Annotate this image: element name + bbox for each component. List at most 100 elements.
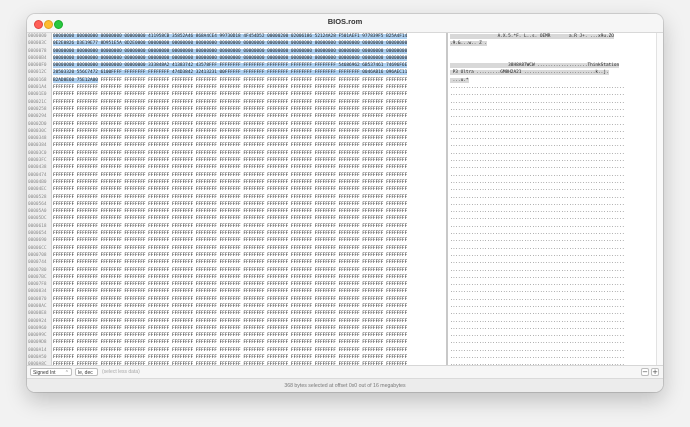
text-row[interactable]: ........................................… xyxy=(450,121,655,128)
hex-row[interactable]: FFFFFFFF FFFFFFFF FFFFFFFF FFFFFFFF FFFF… xyxy=(53,99,445,106)
hex-row[interactable]: FFFFFFFF FFFFFFFF FFFFFFFF FFFFFFFF FFFF… xyxy=(53,91,445,98)
text-pane[interactable]: A.X.5.*F. L..s. OEMR a.R J+. ...x9u.ZO .9… xyxy=(450,33,655,365)
text-row[interactable]: ........................................… xyxy=(450,288,655,295)
text-row[interactable]: ........................................… xyxy=(450,99,655,106)
hex-row[interactable]: FFFFFFFF FFFFFFFF FFFFFFFF FFFFFFFF FFFF… xyxy=(53,150,445,157)
text-row[interactable]: ........................................… xyxy=(450,91,655,98)
hex-row[interactable]: FFFFFFFF FFFFFFFF FFFFFFFF FFFFFFFF FFFF… xyxy=(53,274,445,281)
hex-row[interactable]: 0E2E0826 D3E19E77 8D951E5A 0D2E0000 0000… xyxy=(53,40,445,47)
text-row[interactable]: ........................................… xyxy=(450,172,655,179)
hex-row[interactable]: FFFFFFFF FFFFFFFF FFFFFFFF FFFFFFFF FFFF… xyxy=(53,186,445,193)
hex-row[interactable]: FFFFFFFF FFFFFFFF FFFFFFFF FFFFFFFF FFFF… xyxy=(53,194,445,201)
text-row[interactable] xyxy=(450,55,655,62)
text-row[interactable]: ........................................… xyxy=(450,201,655,208)
remove-inspector-button[interactable]: − xyxy=(641,368,649,376)
hex-row[interactable]: FFFFFFFF FFFFFFFF FFFFFFFF FFFFFFFF FFFF… xyxy=(53,325,445,332)
text-row[interactable]: ........................................… xyxy=(450,303,655,310)
hex-row[interactable]: FFFFFFFF FFFFFFFF FFFFFFFF FFFFFFFF FFFF… xyxy=(53,106,445,113)
hex-row[interactable]: FFFFFFFF FFFFFFFF FFFFFFFF FFFFFFFF FFFF… xyxy=(53,252,445,259)
text-row[interactable]: ........................................… xyxy=(450,274,655,281)
hex-row[interactable]: FFFFFFFF FFFFFFFF FFFFFFFF FFFFFFFF FFFF… xyxy=(53,121,445,128)
hex-row[interactable]: FFFFFFFF FFFFFFFF FFFFFFFF FFFFFFFF FFFF… xyxy=(53,318,445,325)
text-row[interactable]: ........................................… xyxy=(450,296,655,303)
text-row[interactable] xyxy=(450,48,655,55)
text-row[interactable]: ........................................… xyxy=(450,113,655,120)
text-row[interactable]: ........................................… xyxy=(450,215,655,222)
hex-row[interactable]: FFFFFFFF FFFFFFFF FFFFFFFF FFFFFFFF FFFF… xyxy=(53,259,445,266)
hex-row-selected-bytes[interactable]: 20503320 556C7472 6100FFFF FFFFFFFF FFFF… xyxy=(53,70,408,76)
text-row[interactable]: ........................................… xyxy=(450,230,655,237)
text-row[interactable]: ........................................… xyxy=(450,223,655,230)
text-row[interactable]: 38H8A87WCW ...................ThinkStati… xyxy=(450,62,655,69)
hex-row[interactable]: FFFFFFFF FFFFFFFF FFFFFFFF FFFFFFFF FFFF… xyxy=(53,303,445,310)
hex-bytes-pane[interactable]: 00000000 00000000 00000000 00000000 4119… xyxy=(53,33,445,365)
hex-row[interactable]: FFFFFFFF FFFFFFFF FFFFFFFF FFFFFFFF FFFF… xyxy=(53,215,445,222)
text-row[interactable]: ........................................… xyxy=(450,150,655,157)
hex-row[interactable]: FFFFFFFF FFFFFFFF FFFFFFFF FFFFFFFF FFFF… xyxy=(53,164,445,171)
hex-row[interactable]: 00000000 00000000 00000000 00000000 0000… xyxy=(53,55,445,62)
hex-row[interactable]: FFFFFFFF FFFFFFFF FFFFFFFF FFFFFFFF FFFF… xyxy=(53,223,445,230)
hex-row[interactable]: B2AD8E60 75E12A00 FFFFFFFF FFFFFFFF FFFF… xyxy=(53,77,445,84)
hex-row-bytes[interactable]: FFFFFFFF FFFFFFFF FFFFFFFF FFFFFFFF FFFF… xyxy=(98,78,408,83)
hex-row[interactable]: FFFFFFFF FFFFFFFF FFFFFFFF FFFFFFFF FFFF… xyxy=(53,142,445,149)
text-row[interactable]: ........................................… xyxy=(450,332,655,339)
text-row[interactable]: ........................................… xyxy=(450,281,655,288)
hex-row[interactable]: FFFFFFFF FFFFFFFF FFFFFFFF FFFFFFFF FFFF… xyxy=(53,157,445,164)
hex-row[interactable]: 20503320 556C7472 6100FFFF FFFFFFFF FFFF… xyxy=(53,69,445,76)
text-row[interactable]: ...u.* xyxy=(450,77,655,84)
hex-row[interactable]: FFFFFFFF FFFFFFFF FFFFFFFF FFFFFFFF FFFF… xyxy=(53,281,445,288)
text-row[interactable]: ........................................… xyxy=(450,186,655,193)
text-row[interactable]: ........................................… xyxy=(450,179,655,186)
hex-row[interactable]: FFFFFFFF FFFFFFFF FFFFFFFF FFFFFFFF FFFF… xyxy=(53,84,445,91)
hex-row[interactable]: 00000000 00000000 00000000 00000000 4119… xyxy=(53,33,445,40)
text-row[interactable]: ........................................… xyxy=(450,142,655,149)
text-row-selected[interactable]: P3 Ultra .........GM8H2A21 .............… xyxy=(450,70,609,76)
text-row[interactable]: P3 Ultra .........GM8H2A21 .............… xyxy=(450,69,655,76)
hex-row[interactable]: FFFFFFFF FFFFFFFF FFFFFFFF FFFFFFFF FFFF… xyxy=(53,172,445,179)
hex-row[interactable]: FFFFFFFF FFFFFFFF FFFFFFFF FFFFFFFF FFFF… xyxy=(53,347,445,354)
hex-row[interactable]: FFFFFFFF FFFFFFFF FFFFFFFF FFFFFFFF FFFF… xyxy=(53,179,445,186)
text-row[interactable]: ........................................… xyxy=(450,106,655,113)
endian-select[interactable]: le, dec xyxy=(75,368,98,376)
text-row[interactable]: ........................................… xyxy=(450,128,655,135)
hex-row[interactable]: 00000000 00000000 00000000 00000000 0000… xyxy=(53,48,445,55)
hex-row[interactable]: FFFFFFFF FFFFFFFF FFFFFFFF FFFFFFFF FFFF… xyxy=(53,310,445,317)
hex-row-selected-bytes[interactable]: 0E2E0826 D3E19E77 8D951E5A 0D2E0000 0000… xyxy=(53,41,408,47)
text-row[interactable]: ........................................… xyxy=(450,310,655,317)
hex-row[interactable]: FFFFFFFF FFFFFFFF FFFFFFFF FFFFFFFF FFFF… xyxy=(53,245,445,252)
text-row[interactable]: ........................................… xyxy=(450,325,655,332)
text-row[interactable]: ........................................… xyxy=(450,157,655,164)
hex-row-selected-bytes[interactable]: 00000000 00000000 00000000 00000000 0000… xyxy=(53,48,408,54)
text-row[interactable]: ........................................… xyxy=(450,318,655,325)
type-select[interactable]: Signed Int ⌃ xyxy=(30,368,72,376)
hex-row[interactable]: FFFFFFFF FFFFFFFF FFFFFFFF FFFFFFFF FFFF… xyxy=(53,201,445,208)
text-row[interactable]: A.X.5.*F. L..s. OEMR a.R J+. ...x9u.ZO xyxy=(450,33,655,40)
text-row[interactable]: ........................................… xyxy=(450,245,655,252)
hex-row[interactable]: FFFFFFFF FFFFFFFF FFFFFFFF FFFFFFFF FFFF… xyxy=(53,267,445,274)
hex-row[interactable]: FFFFFFFF FFFFFFFF FFFFFFFF FFFFFFFF FFFF… xyxy=(53,237,445,244)
hex-row[interactable]: 00000000 00000000 00000000 00000000 3338… xyxy=(53,62,445,69)
hex-row[interactable]: FFFFFFFF FFFFFFFF FFFFFFFF FFFFFFFF FFFF… xyxy=(53,339,445,346)
hex-row[interactable]: FFFFFFFF FFFFFFFF FFFFFFFF FFFFFFFF FFFF… xyxy=(53,128,445,135)
hex-row[interactable]: FFFFFFFF FFFFFFFF FFFFFFFF FFFFFFFF FFFF… xyxy=(53,113,445,120)
hex-row-selected-bytes[interactable]: B2AD8E60 75E12A00 xyxy=(53,77,98,83)
text-row[interactable]: ........................................… xyxy=(450,267,655,274)
hex-row-selected-bytes[interactable]: 00000000 00000000 00000000 00000000 4119… xyxy=(53,34,408,39)
text-row[interactable]: ........................................… xyxy=(450,354,655,361)
hex-row[interactable]: FFFFFFFF FFFFFFFF FFFFFFFF FFFFFFFF FFFF… xyxy=(53,230,445,237)
hex-row-selected-bytes[interactable]: 00000000 00000000 00000000 00000000 3338… xyxy=(53,63,408,69)
vertical-scrollbar[interactable] xyxy=(656,33,663,365)
text-row-selected[interactable]: A.X.5.*F. L..s. OEMR a.R J+. ...x9u.ZO xyxy=(450,34,614,39)
text-row[interactable]: .9.&...w.. Z . xyxy=(450,40,655,47)
text-row[interactable]: ........................................… xyxy=(450,347,655,354)
hex-row[interactable]: FFFFFFFF FFFFFFFF FFFFFFFF FFFFFFFF FFFF… xyxy=(53,288,445,295)
text-row-selected[interactable]: 38H8A87WCW ...................ThinkStati… xyxy=(450,63,620,69)
text-row[interactable]: ........................................… xyxy=(450,252,655,259)
hex-row[interactable]: FFFFFFFF FFFFFFFF FFFFFFFF FFFFFFFF FFFF… xyxy=(53,354,445,361)
text-row[interactable]: ........................................… xyxy=(450,194,655,201)
text-row[interactable]: ........................................… xyxy=(450,164,655,171)
text-row[interactable]: ........................................… xyxy=(450,84,655,91)
pane-divider[interactable] xyxy=(446,33,448,365)
hex-row[interactable]: FFFFFFFF FFFFFFFF FFFFFFFF FFFFFFFF FFFF… xyxy=(53,208,445,215)
text-row[interactable]: ........................................… xyxy=(450,259,655,266)
